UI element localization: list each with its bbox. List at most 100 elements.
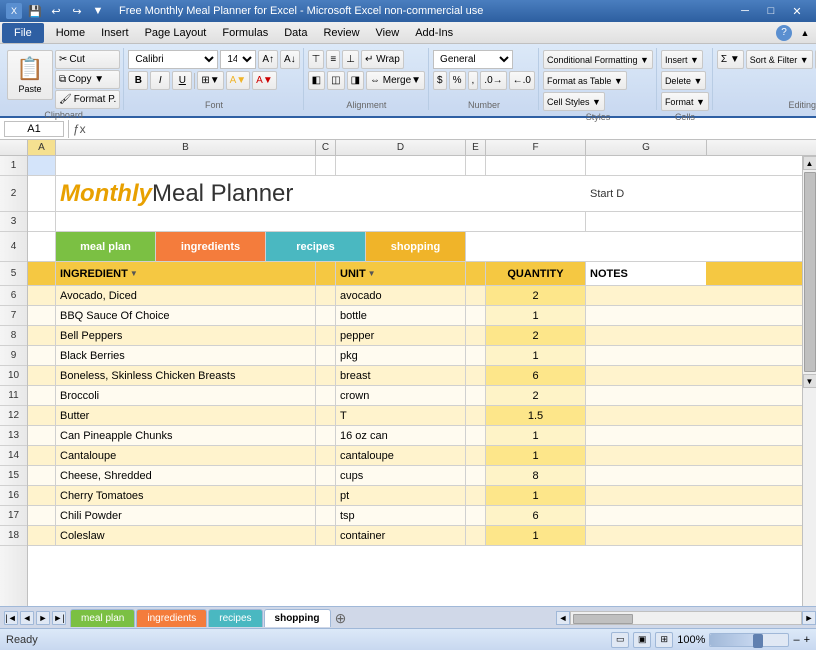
format-painter-button[interactable]: 🖌 Format P. [55,90,120,109]
cell-e16[interactable] [466,486,486,505]
cell-notes-15[interactable] [586,466,706,485]
cell-qty-15[interactable]: 8 [486,466,586,485]
col-header-g[interactable]: G [586,140,706,155]
cell-c9[interactable] [316,346,336,365]
name-box[interactable] [4,121,64,137]
cut-button[interactable]: ✂ Cut [55,50,120,69]
cell-notes-9[interactable] [586,346,706,365]
data-menu[interactable]: Data [276,23,315,43]
increase-decimal-button[interactable]: .0→ [480,71,506,90]
cell-meal-plan-tab[interactable]: meal plan [56,232,156,261]
col-header-f[interactable]: F [486,140,586,155]
cell-a7[interactable] [28,306,56,325]
home-menu[interactable]: Home [48,23,93,43]
cell-ingredient-12[interactable]: Butter [56,406,316,425]
fill-color-button[interactable]: A▼ [226,71,251,90]
border-button[interactable]: ⊞▼ [197,71,223,90]
save-button[interactable]: 💾 [26,2,44,20]
row-header-12[interactable]: 12 [0,406,27,426]
paste-button[interactable]: 📋 Paste [7,50,53,100]
bold-button[interactable]: B [128,71,148,90]
cell-notes-header[interactable]: NOTES [586,262,706,285]
zoom-in-button[interactable]: + [804,634,810,646]
cell-unit-16[interactable]: pt [336,486,466,505]
row-header-5[interactable]: 5 [0,262,27,286]
cell-ingredient-17[interactable]: Chili Powder [56,506,316,525]
cell-styles-button[interactable]: Cell Styles ▼ [543,92,605,111]
merge-button[interactable]: ⇔ Merge▼ [366,71,425,90]
cell-notes-7[interactable] [586,306,706,325]
row-header-1[interactable]: 1 [0,156,27,176]
cell-ingredient-10[interactable]: Boneless, Skinless Chicken Breasts [56,366,316,385]
cell-unit-8[interactable]: pepper [336,326,466,345]
cell-b1[interactable] [56,156,316,175]
cell-e14[interactable] [466,446,486,465]
cell-unit-18[interactable]: container [336,526,466,545]
cell-ingredient-16[interactable]: Cherry Tomatoes [56,486,316,505]
sheet-tab-ingredients[interactable]: ingredients [136,609,207,627]
cell-notes-10[interactable] [586,366,706,385]
row-header-11[interactable]: 11 [0,386,27,406]
cell-notes-6[interactable] [586,286,706,305]
align-top-button[interactable]: ⊤ [308,50,325,69]
col-header-e[interactable]: E [466,140,486,155]
cell-qty-8[interactable]: 2 [486,326,586,345]
row-header-7[interactable]: 7 [0,306,27,326]
cell-ingredient-14[interactable]: Cantaloupe [56,446,316,465]
close-button[interactable]: ✕ [784,0,810,22]
cell-a15[interactable] [28,466,56,485]
format-cells-button[interactable]: Format ▼ [661,92,709,111]
cell-c12[interactable] [316,406,336,425]
cell-e5[interactable] [466,262,486,285]
cell-e7[interactable] [466,306,486,325]
cell-e6[interactable] [466,286,486,305]
font-color-button[interactable]: A▼ [252,71,277,90]
row-header-18[interactable]: 18 [0,526,27,546]
cell-unit-14[interactable]: cantaloupe [336,446,466,465]
cell-a14[interactable] [28,446,56,465]
format-as-table-button[interactable]: Format as Table ▼ [543,71,627,90]
horizontal-scrollbar[interactable]: ◄ ► [556,611,816,625]
cell-e15[interactable] [466,466,486,485]
copy-button[interactable]: ⧉ Copy ▼ [55,70,120,89]
font-name-select[interactable]: Calibri [128,50,218,69]
cell-c6[interactable] [316,286,336,305]
cell-a5[interactable] [28,262,56,285]
scroll-down-arrow[interactable]: ▼ [803,374,816,388]
insert-menu[interactable]: Insert [93,23,137,43]
cell-qty-16[interactable]: 1 [486,486,586,505]
cell-qty-10[interactable]: 6 [486,366,586,385]
row-header-17[interactable]: 17 [0,506,27,526]
cell-g2[interactable]: Start D [586,176,706,211]
cell-quantity-header[interactable]: QUANTITY [486,262,586,285]
align-bottom-button[interactable]: ⊥ [342,50,359,69]
cell-ingredient-header[interactable]: INGREDIENT ▼ [56,262,316,285]
file-menu[interactable]: File [2,23,44,43]
row-header-15[interactable]: 15 [0,466,27,486]
underline-button[interactable]: U [172,71,192,90]
cell-c15[interactable] [316,466,336,485]
increase-font-button[interactable]: A↑ [258,50,278,69]
cell-e1[interactable] [466,156,486,175]
help-button[interactable]: ? [776,25,792,41]
cell-e17[interactable] [466,506,486,525]
cell-ingredient-13[interactable]: Can Pineapple Chunks [56,426,316,445]
cell-qty-6[interactable]: 2 [486,286,586,305]
first-sheet-button[interactable]: |◄ [4,611,18,625]
cell-ingredients-tab[interactable]: ingredients [156,232,266,261]
cell-c1[interactable] [316,156,336,175]
row-header-14[interactable]: 14 [0,446,27,466]
cell-e10[interactable] [466,366,486,385]
cell-f1[interactable] [486,156,586,175]
sum-button[interactable]: Σ ▼ [717,50,744,69]
cell-notes-12[interactable] [586,406,706,425]
cell-e9[interactable] [466,346,486,365]
cell-a17[interactable] [28,506,56,525]
insert-sheet-button[interactable]: ⊕ [332,611,350,627]
last-sheet-button[interactable]: ►| [52,611,66,625]
wrap-text-button[interactable]: ↵ Wrap [361,50,404,69]
cell-qty-17[interactable]: 6 [486,506,586,525]
minimize-ribbon-button[interactable]: ▲ [796,24,814,42]
scroll-up-arrow[interactable]: ▲ [803,156,816,170]
currency-button[interactable]: $ [433,71,447,90]
